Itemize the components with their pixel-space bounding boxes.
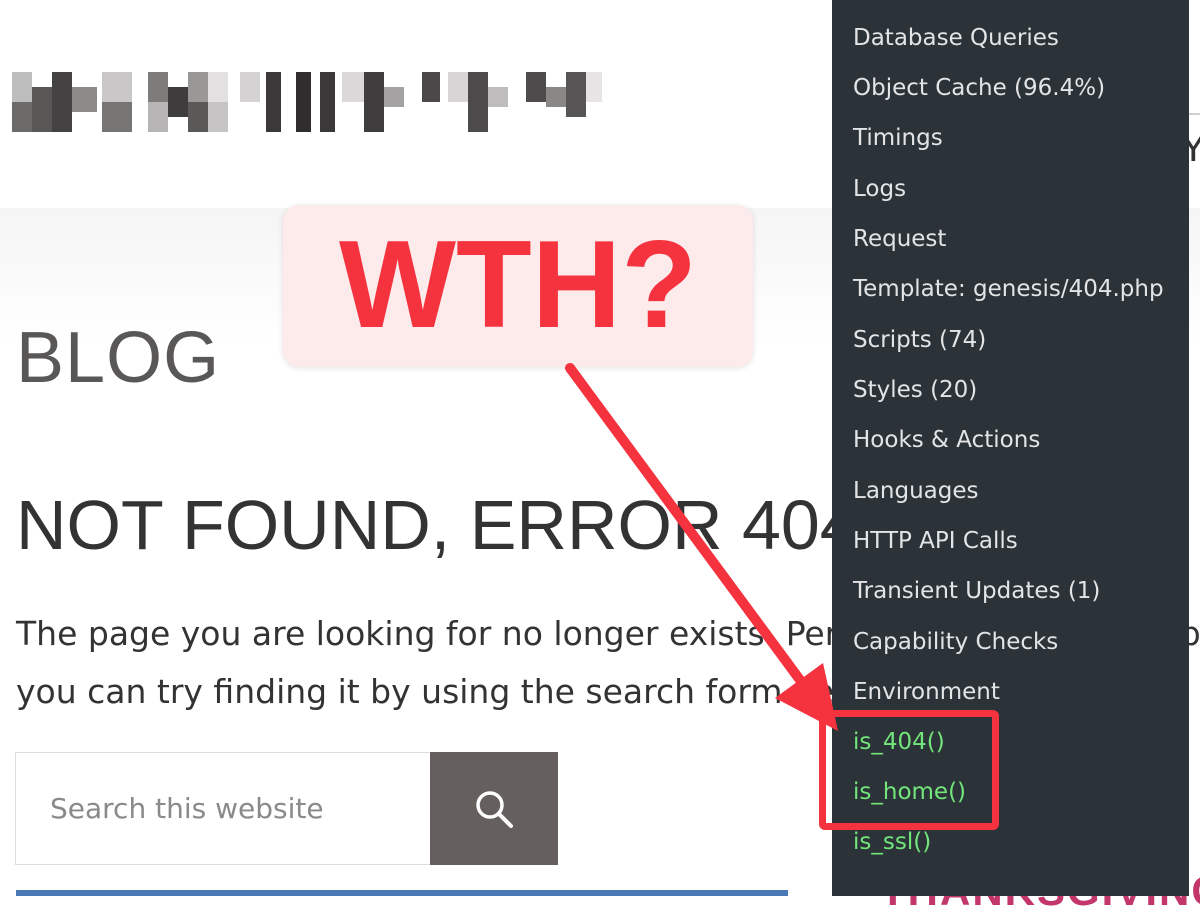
qm-item-styles[interactable]: Styles (20) bbox=[853, 379, 977, 402]
qm-item-scripts[interactable]: Scripts (74) bbox=[853, 329, 986, 352]
search-input[interactable] bbox=[15, 752, 431, 865]
search-button[interactable] bbox=[430, 752, 558, 865]
qm-item-capability-checks[interactable]: Capability Checks bbox=[853, 631, 1058, 654]
search-form bbox=[15, 752, 559, 867]
qm-item-transient-updates[interactable]: Transient Updates (1) bbox=[853, 580, 1100, 603]
annotation-callout: WTH? bbox=[283, 205, 753, 367]
qm-item-database-queries[interactable]: Database Queries bbox=[853, 27, 1059, 50]
qm-item-environment[interactable]: Environment bbox=[853, 681, 1000, 704]
annotation-highlight-box bbox=[819, 710, 999, 830]
page-heading: NOT FOUND, ERROR 404 bbox=[16, 486, 859, 564]
qm-item-http-api-calls[interactable]: HTTP API Calls bbox=[853, 530, 1018, 553]
qm-item-object-cache[interactable]: Object Cache (96.4%) bbox=[853, 77, 1105, 100]
site-logo-pixelated[interactable] bbox=[12, 72, 602, 132]
post-thumbnail[interactable] bbox=[16, 890, 788, 896]
qm-item-template[interactable]: Template: genesis/404.php bbox=[853, 278, 1164, 301]
archive-title: BLOG bbox=[16, 318, 221, 398]
search-icon bbox=[476, 791, 513, 828]
qm-item-timings[interactable]: Timings bbox=[853, 127, 943, 150]
annotation-callout-text: WTH? bbox=[338, 216, 698, 354]
qm-item-hooks-actions[interactable]: Hooks & Actions bbox=[853, 429, 1040, 452]
qm-item-languages[interactable]: Languages bbox=[853, 480, 979, 503]
qm-item-request[interactable]: Request bbox=[853, 228, 946, 251]
qm-conditional-is-ssl[interactable]: is_ssl() bbox=[853, 831, 931, 854]
qm-item-logs[interactable]: Logs bbox=[853, 178, 906, 201]
